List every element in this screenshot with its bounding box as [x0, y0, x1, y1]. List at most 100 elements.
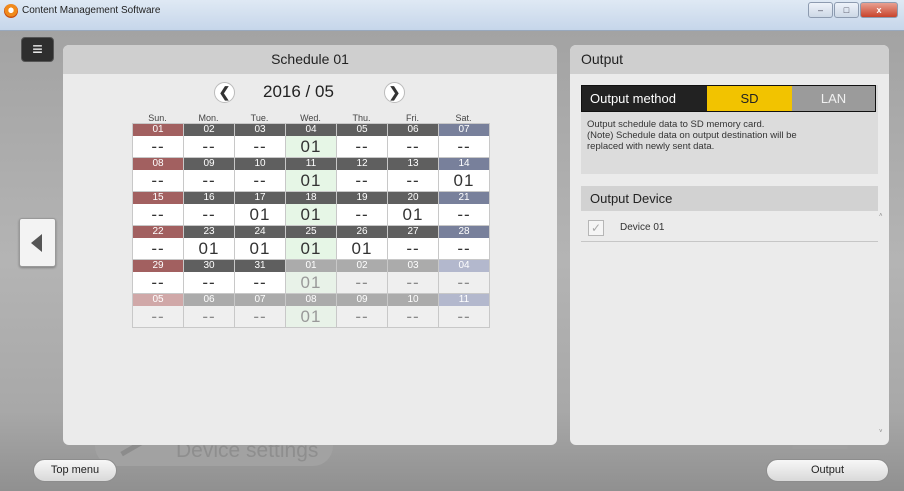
calendar-cell[interactable]: 03 -- — [388, 260, 439, 294]
calendar-cell[interactable]: 11 -- — [439, 294, 490, 328]
calendar-cell[interactable]: 08 -- — [133, 158, 184, 192]
calendar-cell[interactable]: 19 -- — [337, 192, 388, 226]
calendar-schedule-value: 01 — [286, 272, 336, 293]
calendar-cell[interactable]: 30 -- — [184, 260, 235, 294]
calendar-cell[interactable]: 23 01 — [184, 226, 235, 260]
calendar-schedule-value: 01 — [351, 239, 373, 258]
calendar-date: 30 — [184, 260, 234, 272]
calendar-schedule-value: -- — [355, 205, 369, 224]
calendar-cell[interactable]: 13 -- — [388, 158, 439, 192]
calendar-date: 18 — [286, 192, 336, 204]
calendar-schedule-value: -- — [253, 137, 267, 156]
calendar-schedule-value: -- — [355, 171, 369, 190]
prev-month-button[interactable]: ❮ — [214, 82, 235, 103]
calendar-cell[interactable]: 28 -- — [439, 226, 490, 260]
calendar-schedule-value: 01 — [402, 205, 424, 224]
calendar-cell[interactable]: 31 -- — [235, 260, 286, 294]
calendar-cell[interactable]: 02 -- — [337, 260, 388, 294]
calendar-cell[interactable]: 06 -- — [184, 294, 235, 328]
scroll-up-icon[interactable]: ˄ — [879, 213, 883, 219]
calendar-cell[interactable]: 10 -- — [388, 294, 439, 328]
calendar-cell[interactable]: 29 -- — [133, 260, 184, 294]
calendar-date: 28 — [439, 226, 489, 238]
menu-icon[interactable]: ≡ — [21, 37, 54, 62]
calendar-schedule-value: -- — [439, 306, 489, 327]
day-name: Fri. — [406, 113, 419, 123]
device-checkbox[interactable]: ✓ — [588, 220, 604, 236]
calendar-cell[interactable]: 25 01 — [286, 226, 337, 260]
calendar-date: 08 — [286, 294, 336, 306]
calendar-cell[interactable]: 05 -- — [337, 124, 388, 158]
note-line: (Note) Schedule data on output destinati… — [587, 130, 797, 141]
output-method-box: Output method SD LAN Output schedule dat… — [581, 85, 878, 174]
calendar-cell[interactable]: 18 01 — [286, 192, 337, 226]
calendar-cell[interactable]: 20 01 — [388, 192, 439, 226]
calendar-cell[interactable]: 05 -- — [133, 294, 184, 328]
calendar-date: 23 — [184, 226, 234, 238]
calendar-schedule-value: 01 — [286, 238, 336, 259]
calendar-schedule-value: -- — [253, 171, 267, 190]
next-month-button[interactable]: ❯ — [384, 82, 405, 103]
calendar-date: 09 — [184, 158, 234, 170]
calendar-cell[interactable]: 24 01 — [235, 226, 286, 260]
calendar-schedule-value: -- — [202, 205, 216, 224]
note-line: replaced with newly sent data. — [587, 141, 715, 152]
window-controls: – □ x — [808, 2, 898, 18]
output-method-selector: Output method SD LAN — [581, 85, 876, 112]
calendar-cell[interactable]: 11 01 — [286, 158, 337, 192]
calendar-cell[interactable]: 14 01 — [439, 158, 490, 192]
calendar-date: 11 — [439, 294, 489, 306]
calendar-date: 07 — [235, 294, 285, 306]
schedule-panel: Schedule 01 ❮ 2016 / 05 ❯ Sun. Mon. Tue. We… — [63, 45, 557, 445]
calendar-cell[interactable]: 21 -- — [439, 192, 490, 226]
calendar-cell[interactable]: 17 01 — [235, 192, 286, 226]
scroll-down-icon[interactable]: ˅ — [879, 429, 883, 435]
calendar-cell[interactable]: 10 -- — [235, 158, 286, 192]
calendar-cell[interactable]: 07 -- — [235, 294, 286, 328]
calendar-schedule-value: -- — [457, 239, 471, 258]
calendar-date: 03 — [235, 124, 285, 136]
calendar-cell[interactable]: 12 -- — [337, 158, 388, 192]
back-arrow-button[interactable] — [19, 218, 56, 267]
calendar-cell[interactable]: 22 -- — [133, 226, 184, 260]
calendar-cell[interactable]: 26 01 — [337, 226, 388, 260]
output-device-header: Output Device — [581, 186, 878, 211]
calendar-cell[interactable]: 09 -- — [337, 294, 388, 328]
calendar-cell[interactable]: 04 -- — [439, 260, 490, 294]
device-list-scrollbar[interactable]: ˄ ˅ — [878, 213, 886, 435]
calendar-cell[interactable]: 03 -- — [235, 124, 286, 158]
calendar-cell[interactable]: 15 -- — [133, 192, 184, 226]
calendar-cell[interactable]: 01 -- — [133, 124, 184, 158]
maximize-button[interactable]: □ — [834, 2, 859, 18]
calendar-schedule-value: -- — [253, 273, 267, 292]
calendar-date: 20 — [388, 192, 438, 204]
calendar-date: 24 — [235, 226, 285, 238]
calendar-schedule-value: 01 — [453, 171, 475, 190]
calendar-schedule-value: -- — [151, 171, 165, 190]
calendar-cell[interactable]: 08 01 — [286, 294, 337, 328]
calendar-cell[interactable]: 02 -- — [184, 124, 235, 158]
minimize-button[interactable]: – — [808, 2, 833, 18]
calendar-date: 16 — [184, 192, 234, 204]
device-list-item[interactable]: ✓ Device 01 — [581, 216, 878, 242]
method-sd-option[interactable]: SD — [707, 86, 792, 111]
calendar-cell[interactable]: 01 01 — [286, 260, 337, 294]
top-menu-button[interactable]: Top menu — [33, 459, 117, 482]
calendar-schedule-value: 01 — [286, 170, 336, 191]
calendar-cell[interactable]: 09 -- — [184, 158, 235, 192]
calendar-cell[interactable]: 07 -- — [439, 124, 490, 158]
method-lan-option[interactable]: LAN — [792, 86, 875, 111]
calendar-cell[interactable]: 16 -- — [184, 192, 235, 226]
day-name: Sat. — [455, 113, 472, 123]
output-method-note: Output schedule data to SD memory card. … — [587, 119, 872, 152]
close-button[interactable]: x — [860, 2, 898, 18]
calendar-cell[interactable]: 04 01 — [286, 124, 337, 158]
calendar-cell[interactable]: 27 -- — [388, 226, 439, 260]
calendar-date: 05 — [337, 124, 387, 136]
output-button[interactable]: Output — [766, 459, 889, 482]
calendar-schedule-value: 01 — [286, 306, 336, 327]
calendar-cell[interactable]: 06 -- — [388, 124, 439, 158]
calendar-date: 11 — [286, 158, 336, 170]
calendar-date: 10 — [388, 294, 438, 306]
day-name: Tue. — [250, 113, 269, 123]
